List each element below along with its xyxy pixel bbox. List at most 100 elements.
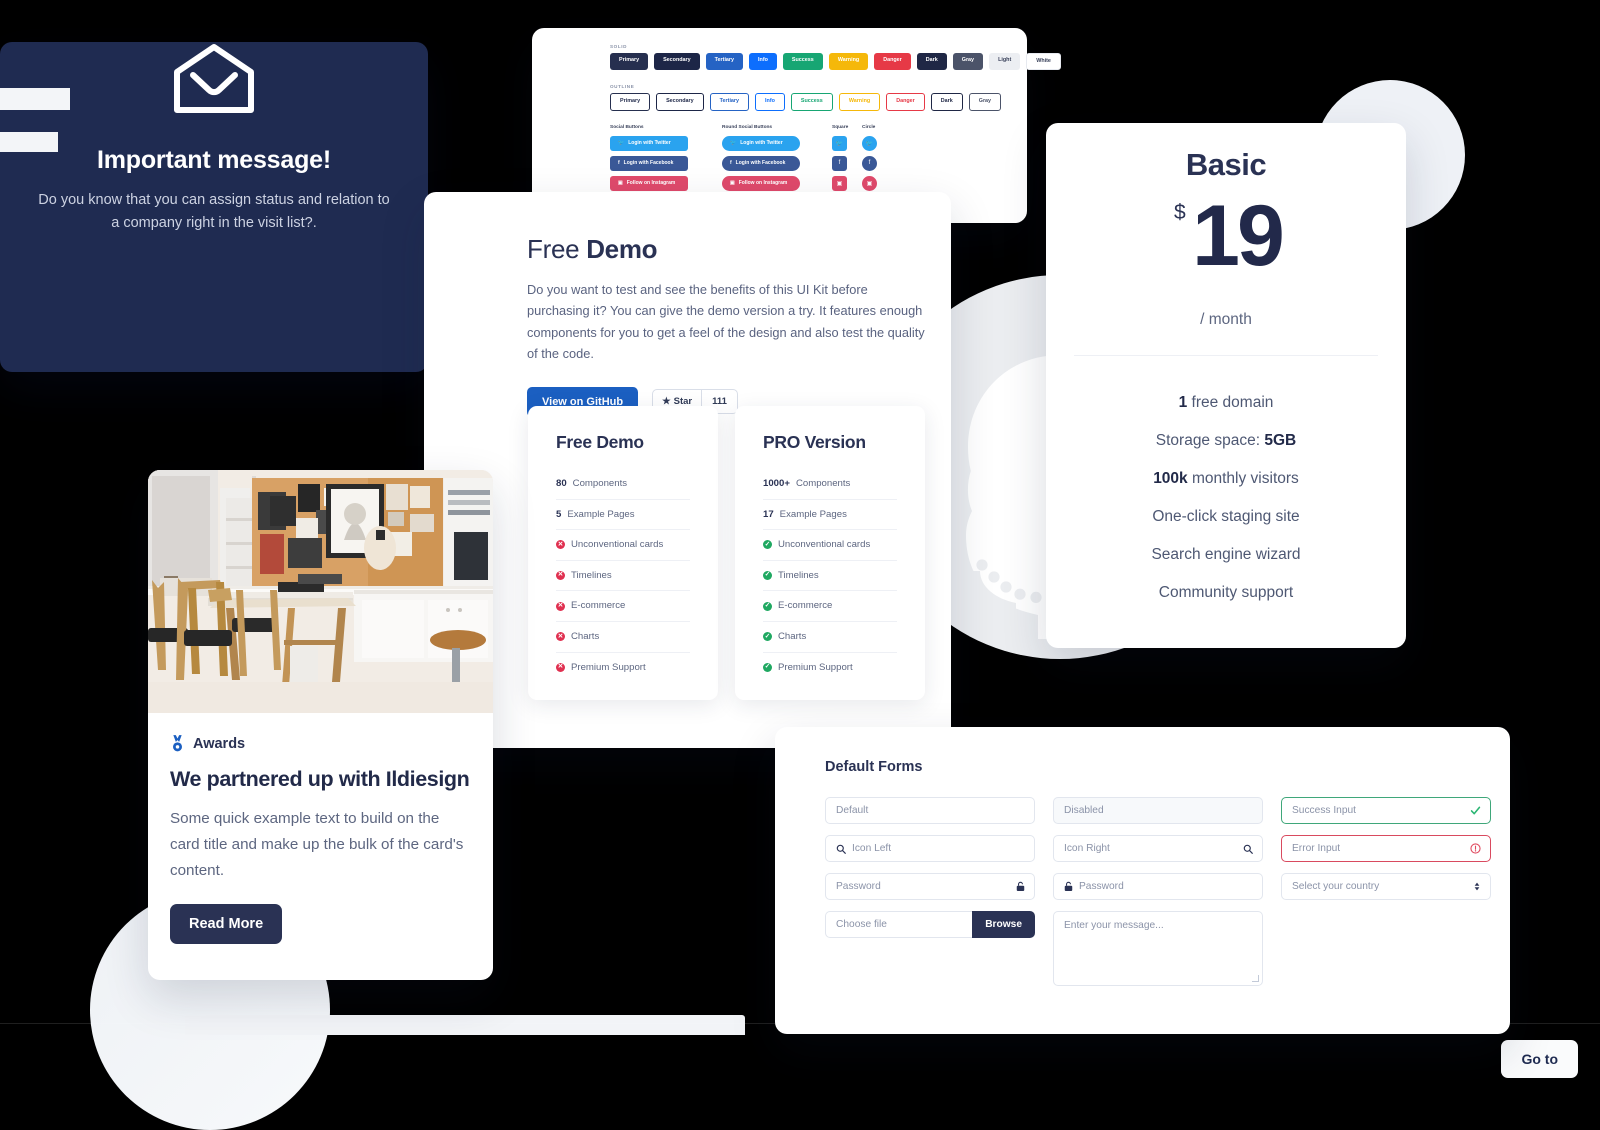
- pricing-feature-label: Storage space:: [1155, 432, 1265, 449]
- award-heading: We partnered up with Ildiesign: [170, 767, 470, 791]
- check-circle-icon: ✓: [763, 540, 772, 550]
- twitter-icon: 🐦: [618, 139, 625, 146]
- lock-icon: [1016, 881, 1025, 892]
- icon-left-input[interactable]: Icon Left: [825, 835, 1035, 862]
- outline-buttons-row: Primary Secondary Tertiary Info Success Warni…: [610, 93, 1027, 111]
- compare-feature-list: 80 Components 5 Example Pages ✕ Unconventio…: [556, 469, 690, 682]
- award-badge: Awards: [170, 735, 471, 752]
- message-textarea[interactable]: Enter your message...: [1053, 911, 1263, 986]
- pricing-feature-item: 100k monthly visitors: [1046, 460, 1406, 498]
- facebook-icon: f: [730, 159, 732, 166]
- social-button-label: Login with Twitter: [740, 139, 783, 146]
- compare-feature-item: ✕ Premium Support: [556, 653, 690, 683]
- compare-feature-label: Timelines: [778, 569, 819, 581]
- medal-icon: [170, 735, 185, 752]
- solid-button-tertiary[interactable]: Tertiary: [705, 53, 744, 71]
- compare-feature-label: Unconventional cards: [778, 539, 871, 551]
- round-social-button-instagram[interactable]: ▣ Follow on Instagram: [722, 175, 800, 191]
- compare-feature-item: ✓ Unconventional cards: [763, 530, 897, 561]
- success-input[interactable]: Success Input: [1281, 797, 1491, 824]
- outline-section-label: OUTLINE: [610, 84, 635, 90]
- icon-left-placeholder: Icon Left: [852, 843, 892, 854]
- compare-feature-item: 5 Example Pages: [556, 500, 690, 531]
- search-icon: [1243, 844, 1253, 854]
- open-envelope-icon: [171, 42, 257, 116]
- go-to-button[interactable]: Go to: [1501, 1039, 1578, 1078]
- check-icon: [1470, 805, 1481, 816]
- pricing-feature-item: 1 free domain: [1046, 384, 1406, 422]
- screenshot-stage: Important message! Do you know that you …: [0, 0, 1600, 1130]
- social-button-facebook[interactable]: f Login with Facebook: [610, 155, 688, 171]
- social-button-label: Follow on Instagram: [626, 179, 676, 186]
- twitter-icon: 🐦: [730, 139, 737, 146]
- outline-button-danger[interactable]: Danger: [886, 93, 925, 111]
- password-icon-left-input[interactable]: Password: [1053, 873, 1263, 900]
- social-button-twitter[interactable]: 🐦 Login with Twitter: [610, 135, 688, 151]
- country-select[interactable]: Select your country: [1281, 873, 1491, 900]
- circle-instagram-icon[interactable]: ▣: [862, 175, 877, 191]
- error-circle-icon: [1470, 843, 1481, 854]
- solid-button-warning[interactable]: Warning: [828, 53, 869, 71]
- pricing-feature-label: Search engine wizard: [1151, 546, 1301, 563]
- solid-button-info[interactable]: Info: [749, 53, 777, 71]
- default-input[interactable]: Default: [825, 797, 1035, 824]
- circle-facebook-icon[interactable]: f: [862, 155, 877, 171]
- compare-feature-item: 17 Example Pages: [763, 500, 897, 531]
- pricing-feature-value: 5GB: [1264, 432, 1297, 449]
- outline-button-success[interactable]: Success: [790, 93, 833, 111]
- solid-button-dark[interactable]: Dark: [916, 53, 947, 71]
- compare-feature-value: 80: [556, 478, 567, 489]
- outline-button-tertiary[interactable]: Tertiary: [709, 93, 750, 111]
- pricing-feature-label: monthly visitors: [1187, 470, 1299, 487]
- round-social-button-twitter[interactable]: 🐦 Login with Twitter: [722, 135, 800, 151]
- browse-button[interactable]: Browse: [972, 911, 1035, 938]
- compare-feature-label: Charts: [571, 630, 600, 642]
- pricing-feature-item: One-click staging site: [1046, 498, 1406, 536]
- round-social-button-facebook[interactable]: f Login with Facebook: [722, 155, 800, 171]
- password-right-placeholder: Password: [1079, 881, 1124, 892]
- icon-right-placeholder: Icon Right: [1064, 843, 1110, 854]
- solid-button-danger[interactable]: Danger: [874, 53, 911, 71]
- solid-button-light[interactable]: Light: [989, 53, 1021, 71]
- award-paragraph: Some quick example text to build on the …: [170, 810, 464, 880]
- outline-button-info[interactable]: Info: [755, 93, 785, 111]
- awards-article-card: Awards We partnered up with Ildiesign So…: [148, 470, 493, 980]
- solid-button-primary[interactable]: Primary: [610, 53, 649, 71]
- choose-file-field[interactable]: Choose file: [825, 911, 973, 938]
- square-facebook-icon[interactable]: f: [832, 155, 847, 171]
- check-circle-icon: ✓: [763, 632, 772, 642]
- solid-button-secondary[interactable]: Secondary: [654, 53, 700, 71]
- outline-button-warning[interactable]: Warning: [838, 93, 881, 111]
- compare-feature-value: 17: [763, 508, 774, 520]
- cross-circle-icon: ✕: [556, 571, 565, 581]
- social-button-instagram[interactable]: ▣ Follow on Instagram: [610, 175, 688, 191]
- solid-button-success[interactable]: Success: [782, 53, 823, 71]
- error-input[interactable]: Error Input: [1281, 835, 1491, 862]
- solid-button-gray[interactable]: Gray: [952, 53, 984, 71]
- outline-button-dark[interactable]: Dark: [930, 93, 963, 111]
- price-block: $ 19: [1046, 187, 1406, 317]
- square-twitter-icon[interactable]: 🐦: [832, 135, 847, 151]
- compare-feature-item: ✕ E-commerce: [556, 591, 690, 622]
- outline-button-secondary[interactable]: Secondary: [656, 93, 704, 111]
- file-input-group[interactable]: Choose file Browse: [825, 911, 1035, 938]
- solid-button-white[interactable]: White: [1026, 53, 1061, 71]
- compare-feature-item: ✓ Charts: [763, 622, 897, 653]
- search-icon: [836, 844, 846, 854]
- deco-strip-left-lower: [0, 132, 58, 152]
- compare-feature-item: ✓ E-commerce: [763, 591, 897, 622]
- circle-twitter-icon[interactable]: 🐦: [862, 135, 877, 151]
- read-more-button[interactable]: Read More: [170, 904, 283, 945]
- currency-symbol: $: [1174, 201, 1186, 224]
- pricing-feature-value: 100k: [1153, 470, 1188, 487]
- compare-feature-label: Timelines: [571, 569, 612, 581]
- outline-button-primary[interactable]: Primary: [610, 93, 651, 111]
- compare-feature-label: Components: [572, 478, 628, 489]
- square-instagram-icon[interactable]: ▣: [832, 175, 847, 191]
- compare-title: Free Demo: [556, 432, 644, 452]
- outline-button-gray[interactable]: Gray: [968, 93, 1002, 111]
- compare-feature-label: E-commerce: [571, 600, 626, 612]
- password-icon-right-input[interactable]: Password: [825, 873, 1035, 900]
- pricing-feature-item: Storage space: 5GB: [1046, 422, 1406, 460]
- icon-right-input[interactable]: Icon Right: [1053, 835, 1263, 862]
